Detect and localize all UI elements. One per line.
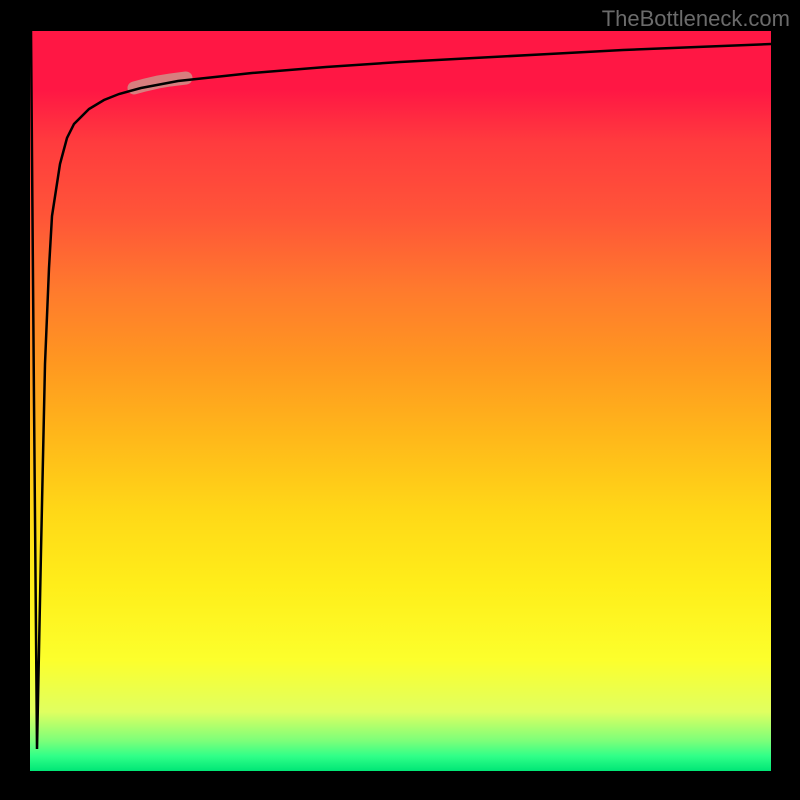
curve-svg (30, 31, 771, 771)
highlight-segment (134, 78, 186, 88)
watermark-text: TheBottleneck.com (602, 6, 790, 32)
chart-plot-area (30, 31, 771, 771)
curve-line (31, 31, 771, 749)
